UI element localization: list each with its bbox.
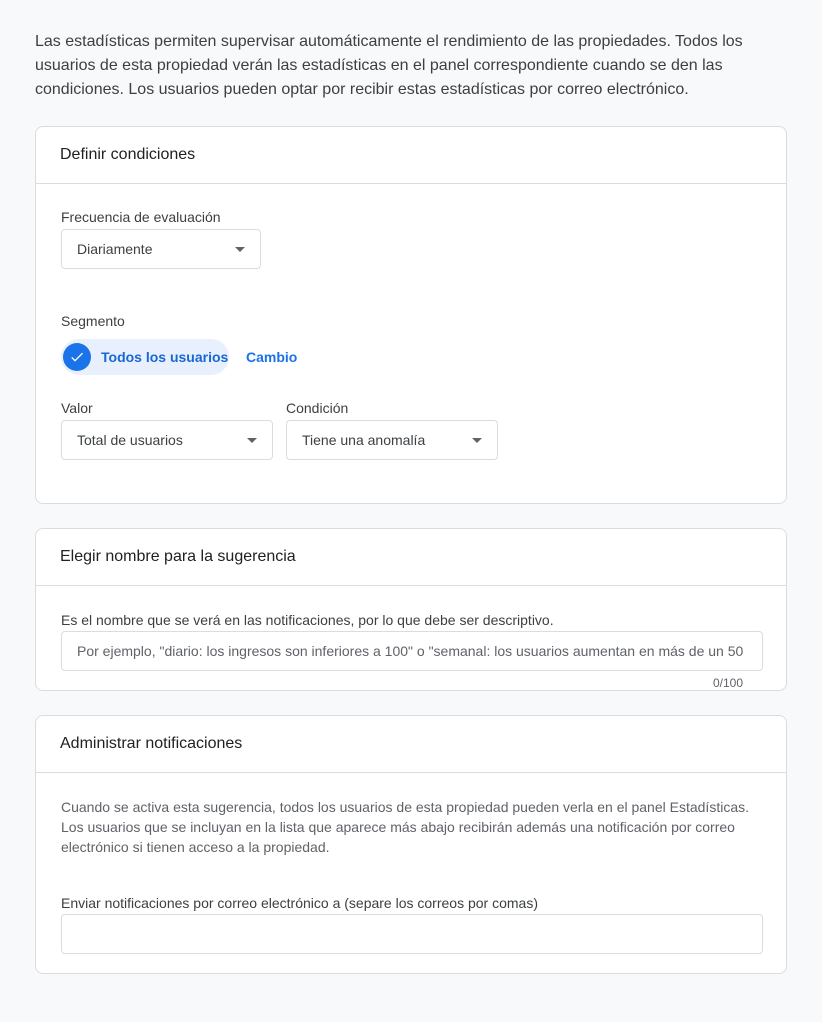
- segment-label: Segmento: [61, 313, 125, 329]
- condition-select-value: Tiene una anomalía: [302, 432, 426, 448]
- conditions-card: Definir condiciones Frecuencia de evalua…: [35, 126, 787, 504]
- change-segment-link[interactable]: Cambio: [246, 349, 297, 365]
- condition-select[interactable]: Tiene una anomalía: [286, 420, 498, 460]
- value-label: Valor: [61, 400, 93, 416]
- email-recipients-input[interactable]: [61, 914, 763, 954]
- insight-name-input[interactable]: [61, 631, 763, 671]
- notifications-description: Cuando se activa esta sugerencia, todos …: [61, 799, 749, 855]
- condition-label: Condición: [286, 400, 349, 416]
- notifications-card: Administrar notificaciones Cuando se act…: [35, 715, 787, 974]
- chevron-down-icon: [472, 438, 482, 443]
- frequency-label: Frecuencia de evaluación: [61, 209, 221, 225]
- email-label: Enviar notificaciones por correo electró…: [61, 895, 538, 911]
- name-description: Es el nombre que se verá en las notifica…: [61, 612, 554, 628]
- frequency-select-value: Diariamente: [77, 241, 153, 257]
- name-char-counter: 0/100: [713, 676, 744, 690]
- notifications-card-header: Administrar notificaciones: [36, 716, 786, 773]
- notifications-card-title: Administrar notificaciones: [60, 735, 243, 752]
- check-icon: [63, 343, 91, 371]
- chevron-down-icon: [247, 438, 257, 443]
- frequency-select[interactable]: Diariamente: [61, 229, 261, 269]
- conditions-card-header: Definir condiciones: [36, 127, 786, 184]
- chevron-down-icon: [235, 247, 245, 252]
- value-select[interactable]: Total de usuarios: [61, 420, 273, 460]
- value-select-value: Total de usuarios: [77, 432, 183, 448]
- conditions-card-title: Definir condiciones: [60, 146, 196, 163]
- segment-chip-label: Todos los usuarios: [101, 349, 229, 365]
- segment-chip[interactable]: Todos los usuarios: [61, 339, 229, 375]
- name-card-header: Elegir nombre para la sugerencia: [36, 529, 786, 586]
- name-card: Elegir nombre para la sugerencia Es el n…: [35, 528, 787, 691]
- intro-text: Las estadísticas permiten supervisar aut…: [35, 33, 743, 98]
- name-card-title: Elegir nombre para la sugerencia: [60, 548, 296, 565]
